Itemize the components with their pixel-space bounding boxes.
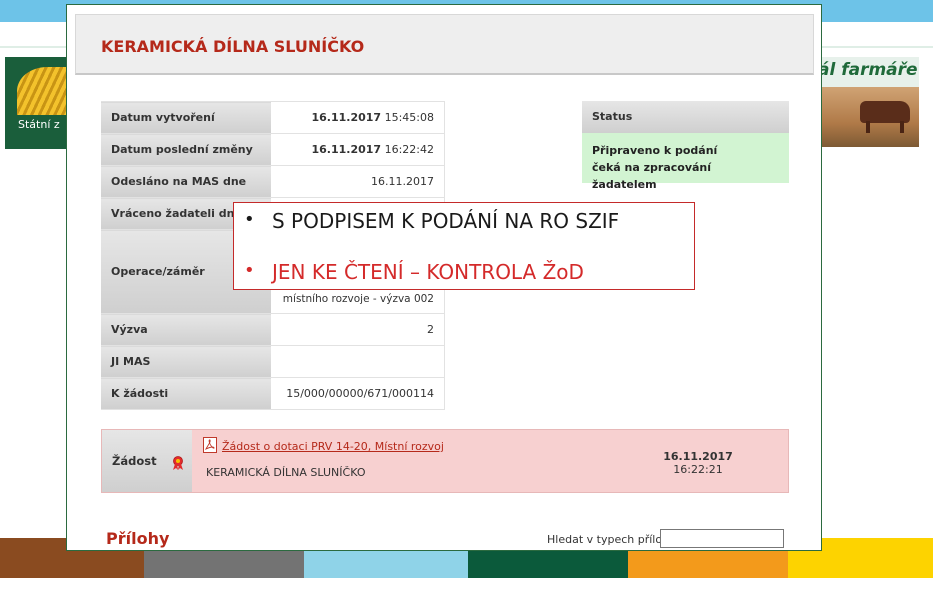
status-line-1: Připraveno k podání bbox=[592, 144, 718, 157]
farm-banner-text: ál farmáře bbox=[818, 60, 918, 80]
request-date: 16.11.2017 bbox=[663, 450, 733, 463]
request-applicant-name: KERAMICKÁ DÍLNA SLUNÍČKO bbox=[206, 466, 366, 479]
request-label: Žádost bbox=[112, 454, 157, 468]
info-value: 2 bbox=[270, 313, 445, 346]
info-value: 16.11.2017 15:45:08 bbox=[270, 101, 445, 134]
bullet-icon: • bbox=[244, 260, 255, 281]
info-value: 16.11.2017 bbox=[270, 165, 445, 198]
info-value: 16.11.2017 16:22:42 bbox=[270, 133, 445, 166]
info-row-call: Výzva 2 bbox=[101, 313, 445, 346]
dialog-title: KERAMICKÁ DÍLNA SLUNÍČKO bbox=[101, 37, 365, 56]
info-label: Datum poslední změny bbox=[101, 133, 271, 166]
status-value: Připraveno k podání čeká na zpracování ž… bbox=[582, 133, 789, 191]
signature-seal-icon bbox=[173, 456, 183, 470]
info-row-created: Datum vytvoření 16.11.2017 15:45:08 bbox=[101, 101, 445, 134]
callout-text-readonly: JEN KE ČTENÍ – KONTROLA ŽoD bbox=[272, 260, 584, 284]
status-label: Status bbox=[582, 101, 789, 133]
bullet-icon: • bbox=[244, 209, 255, 230]
status-panel: Status Připraveno k podání čeká na zprac… bbox=[582, 101, 789, 191]
info-label: K žádosti bbox=[101, 377, 271, 410]
info-label: Datum vytvoření bbox=[101, 101, 271, 134]
szif-logo-text: Státní z bbox=[18, 118, 60, 131]
attachment-search-input[interactable] bbox=[660, 529, 784, 548]
info-value: 15/000/00000/671/000114 bbox=[270, 377, 445, 410]
request-label-cell: Žádost bbox=[102, 430, 192, 492]
info-label: Odesláno na MAS dne bbox=[101, 165, 271, 198]
callout-text-submit: S PODPISEM K PODÁNÍ NA RO SZIF bbox=[272, 209, 620, 233]
status-line-2: čeká na zpracování žadatelem bbox=[592, 161, 712, 191]
info-label: JI MAS bbox=[101, 345, 271, 378]
pdf-icon bbox=[203, 437, 217, 453]
request-row: Žádost Žádost o dotaci PRV 14-20, Místní… bbox=[101, 429, 789, 493]
info-row-sent: Odesláno na MAS dne 16.11.2017 bbox=[101, 165, 445, 198]
request-pdf-link[interactable]: Žádost o dotaci PRV 14-20, Místní rozvoj bbox=[222, 440, 444, 453]
info-label: Výzva bbox=[101, 313, 271, 346]
request-time: 16:22:21 bbox=[673, 463, 723, 476]
szif-logo bbox=[5, 57, 67, 149]
dialog-header: KERAMICKÁ DÍLNA SLUNÍČKO bbox=[75, 14, 814, 75]
info-row-modified: Datum poslední změny 16.11.2017 16:22:42 bbox=[101, 133, 445, 166]
attachments-title: Přílohy bbox=[106, 529, 170, 548]
info-row-ji-mas: JI MAS bbox=[101, 345, 445, 378]
info-value bbox=[270, 345, 445, 378]
signature-info-callout: • S PODPISEM K PODÁNÍ NA RO SZIF • JEN K… bbox=[233, 202, 695, 290]
attachment-search-label: Hledat v typech příloh: bbox=[547, 533, 673, 546]
info-row-request-id: K žádosti 15/000/00000/671/000114 bbox=[101, 377, 445, 410]
